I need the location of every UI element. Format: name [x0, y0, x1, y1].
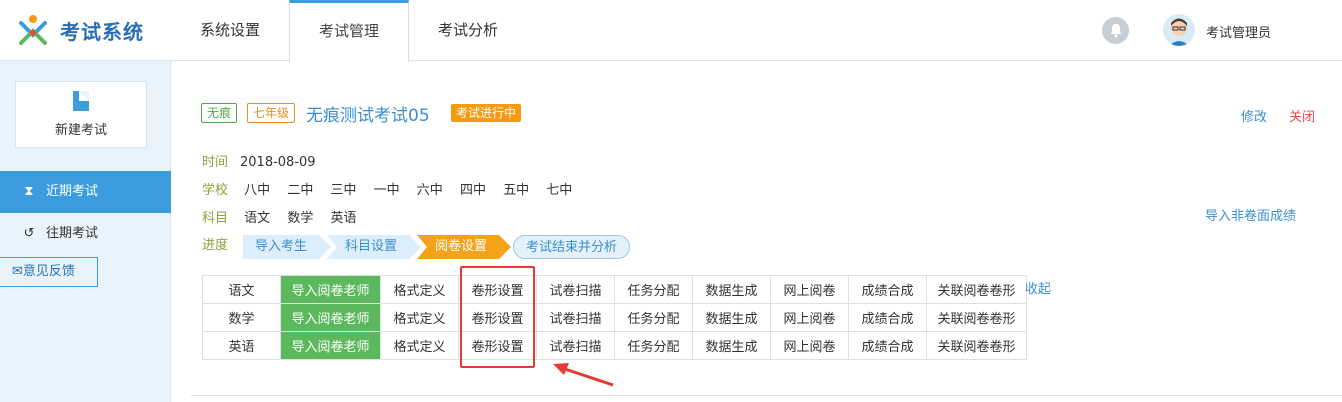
sidebar-item-label: 近期考试: [46, 184, 99, 199]
task-cell[interactable]: 关联阅卷卷形: [926, 303, 1027, 332]
table-row: 数学 导入阅卷老师 格式定义 卷形设置 试卷扫描 任务分配 数据生成 网上阅卷 成绩合成 关联阅卷…: [202, 303, 1027, 332]
user-name[interactable]: 考试管理员: [1206, 22, 1271, 41]
task-cell[interactable]: 试卷扫描: [536, 331, 615, 360]
feedback-button[interactable]: ✉意见反馈: [0, 257, 98, 287]
sidebar: 新建考试 ⧗ 近期考试 ↺ 往期考试 ✉意见反馈: [0, 61, 171, 402]
notification-icon[interactable]: [1102, 17, 1129, 44]
progress-steps: 导入考生 科目设置 阅卷设置 考试结束并分析: [243, 234, 638, 260]
school-name: 六中: [416, 183, 443, 198]
collapse-link[interactable]: 收起: [1025, 278, 1051, 297]
task-cell[interactable]: 数据生成: [692, 303, 771, 332]
task-cell[interactable]: 网上阅卷: [770, 303, 849, 332]
subject-cell: 语文: [202, 275, 281, 304]
document-icon: [73, 91, 89, 111]
task-cell[interactable]: 数据生成: [692, 275, 771, 304]
task-cell[interactable]: 数据生成: [692, 331, 771, 360]
progress-row: 进度: [202, 234, 240, 253]
main-nav: 系统设置 考试管理 考试分析: [171, 0, 527, 62]
subject-task-table: 语文 导入阅卷老师 格式定义 卷形设置 试卷扫描 任务分配 数据生成 网上阅卷 成绩合成 关联阅卷…: [202, 275, 1027, 360]
annotation-arrow-icon: [553, 363, 614, 387]
nav-exam-analysis[interactable]: 考试分析: [409, 0, 527, 61]
school-name: 七中: [546, 183, 573, 198]
step-marking-settings[interactable]: 阅卷设置: [417, 235, 512, 259]
top-bar: 考试系统 系统设置 考试管理 考试分析 考试管理员: [0, 0, 1342, 62]
tag-grade: 七年级: [247, 103, 296, 123]
mail-icon: ✉: [12, 264, 23, 279]
avatar[interactable]: [1163, 14, 1195, 46]
tag-no-trace: 无痕: [201, 103, 238, 123]
hourglass-icon: ⧗: [24, 184, 34, 199]
task-cell[interactable]: 网上阅卷: [770, 331, 849, 360]
task-cell[interactable]: 格式定义: [380, 303, 459, 332]
sidebar-item-past-exams[interactable]: ↺ 往期考试: [0, 213, 171, 255]
school-row: 学校 八中 二中 三中 一中 六中 四中 五中 七中: [202, 179, 585, 198]
divider: [191, 395, 1342, 396]
import-teachers-button[interactable]: 导入阅卷老师: [280, 331, 381, 360]
school-name: 三中: [330, 183, 357, 198]
school-name: 八中: [244, 183, 271, 198]
task-cell[interactable]: 关联阅卷卷形: [926, 275, 1027, 304]
table-row: 语文 导入阅卷老师 格式定义 卷形设置 试卷扫描 任务分配 数据生成 网上阅卷 成绩合成 关联阅卷…: [202, 275, 1027, 304]
step-import-students[interactable]: 导入考生: [243, 235, 332, 259]
nav-exam-management[interactable]: 考试管理: [289, 0, 410, 62]
school-name: 二中: [287, 183, 314, 198]
subject-row: 科目 语文 数学 英语: [202, 207, 369, 226]
task-cell[interactable]: 网上阅卷: [770, 275, 849, 304]
import-teachers-button[interactable]: 导入阅卷老师: [280, 303, 381, 332]
school-name: 五中: [503, 183, 530, 198]
task-cell[interactable]: 试卷扫描: [536, 275, 615, 304]
app-name: 考试系统: [60, 19, 144, 44]
exam-date: 2018-08-09: [240, 155, 316, 170]
subject-cell: 数学: [202, 303, 281, 332]
import-teachers-button[interactable]: 导入阅卷老师: [280, 275, 381, 304]
step-end-and-analyze[interactable]: 考试结束并分析: [513, 235, 631, 259]
task-cell[interactable]: 试卷扫描: [536, 303, 615, 332]
highlight-box: [460, 266, 535, 368]
task-cell[interactable]: 关联阅卷卷形: [926, 331, 1027, 360]
exam-title: 无痕测试考试05: [306, 106, 430, 126]
import-nonpaper-scores-link[interactable]: 导入非卷面成绩: [1205, 205, 1296, 224]
exam-time-row: 时间 2018-08-09: [202, 151, 316, 170]
logo-icon: [19, 15, 47, 45]
status-badge: 考试进行中: [451, 104, 522, 122]
task-cell[interactable]: 任务分配: [614, 303, 693, 332]
feedback-label: 意见反馈: [22, 264, 75, 279]
sidebar-item-recent-exams[interactable]: ⧗ 近期考试: [0, 171, 171, 213]
new-exam-label: 新建考试: [54, 123, 107, 138]
task-cell[interactable]: 成绩合成: [848, 275, 927, 304]
progress-label: 进度: [202, 238, 229, 253]
task-cell[interactable]: 格式定义: [380, 275, 459, 304]
school-label: 学校: [202, 183, 229, 198]
history-icon: ↺: [23, 226, 35, 241]
subject-name: 数学: [287, 211, 314, 226]
subject-cell: 英语: [202, 331, 281, 360]
close-link[interactable]: 关闭: [1289, 106, 1315, 125]
school-name: 一中: [373, 183, 400, 198]
table-row: 英语 导入阅卷老师 格式定义 卷形设置 试卷扫描 任务分配 数据生成 网上阅卷 成绩合成 关联阅卷…: [202, 331, 1027, 360]
subject-name: 语文: [244, 211, 271, 226]
subject-name: 英语: [330, 211, 357, 226]
task-cell[interactable]: 格式定义: [380, 331, 459, 360]
task-cell[interactable]: 任务分配: [614, 331, 693, 360]
step-subject-settings[interactable]: 科目设置: [327, 235, 422, 259]
app-logo[interactable]: 考试系统: [16, 12, 144, 48]
nav-system-settings[interactable]: 系统设置: [171, 0, 289, 61]
task-cell[interactable]: 任务分配: [614, 275, 693, 304]
school-name: 四中: [459, 183, 486, 198]
main-content: 无痕 七年级 无痕测试考试05 考试进行中 修改 关闭 时间 2018-08-09…: [171, 61, 1342, 402]
sidebar-item-label: 往期考试: [46, 226, 99, 241]
time-label: 时间: [202, 155, 229, 170]
edit-link[interactable]: 修改: [1241, 106, 1267, 125]
task-cell[interactable]: 成绩合成: [848, 331, 927, 360]
task-cell[interactable]: 成绩合成: [848, 303, 927, 332]
new-exam-button[interactable]: 新建考试: [15, 81, 147, 148]
subject-label: 科目: [202, 211, 229, 226]
